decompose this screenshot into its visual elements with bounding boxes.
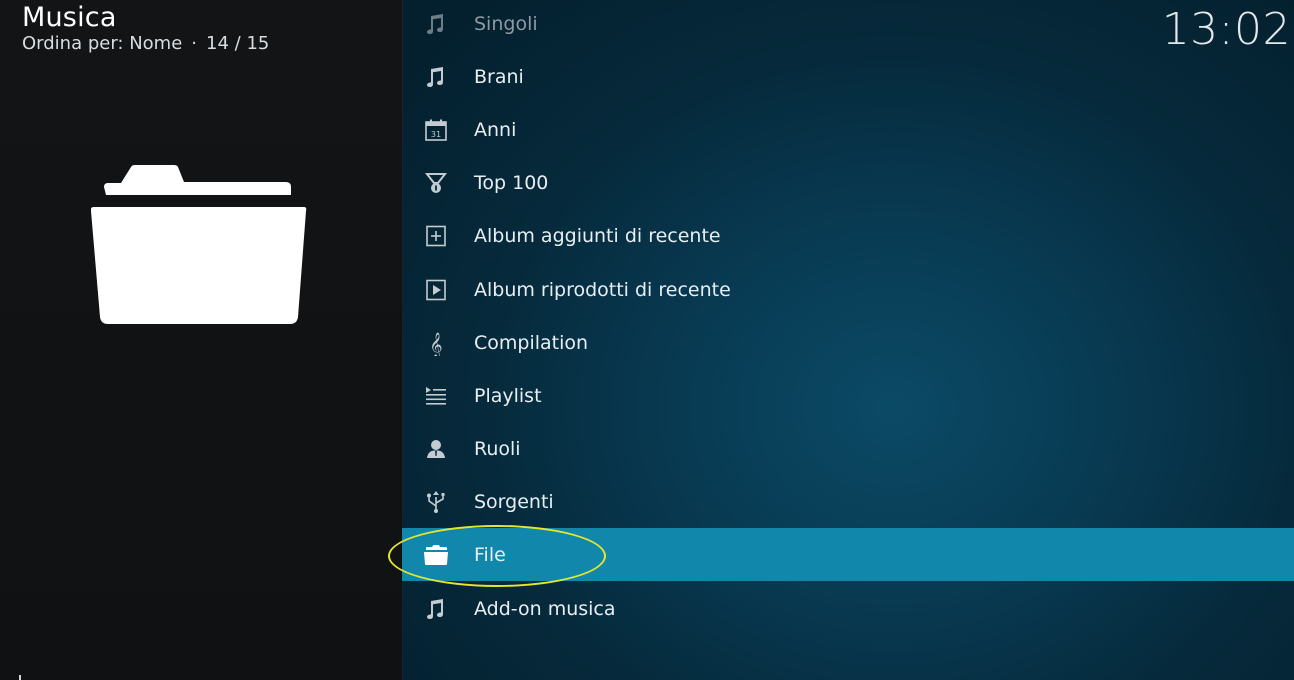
- medal-icon: [423, 170, 449, 196]
- menu-item-playlist[interactable]: Playlist: [402, 369, 1294, 422]
- corner-mark: [19, 675, 21, 680]
- item-position: 14 / 15: [206, 33, 270, 54]
- music-note-icon: [423, 11, 449, 37]
- menu-item-sorgenti[interactable]: Sorgenti: [402, 475, 1294, 528]
- menu-item-anni[interactable]: 31 Anni: [402, 103, 1294, 156]
- menu-item-label: File: [474, 543, 506, 566]
- menu-item-album-riprodotti[interactable]: Album riprodotti di recente: [402, 263, 1294, 316]
- playlist-icon: [423, 383, 449, 409]
- menu-item-label: Anni: [474, 118, 517, 141]
- menu-item-compilation[interactable]: 𝄞 Compilation: [402, 316, 1294, 369]
- person-icon: [423, 436, 449, 462]
- svg-text:𝄞: 𝄞: [429, 332, 442, 356]
- menu-item-label: Top 100: [474, 171, 549, 194]
- menu-item-label: Album riprodotti di recente: [474, 278, 731, 301]
- menu-item-label: Ruoli: [474, 437, 521, 460]
- folder-icon: [88, 165, 310, 329]
- menu-item-singoli[interactable]: Singoli: [402, 0, 1294, 50]
- play-box-icon: [423, 277, 449, 303]
- sort-info[interactable]: Ordina per: Nome · 14 / 15: [22, 33, 269, 54]
- treble-clef-icon: 𝄞: [423, 330, 449, 356]
- sort-label: Ordina per: Nome: [22, 33, 183, 54]
- music-note-icon: [423, 64, 449, 90]
- menu-item-label: Playlist: [474, 384, 542, 407]
- usb-icon: [423, 489, 449, 515]
- menu-item-add-on-musica[interactable]: Add-on musica: [402, 582, 1294, 635]
- svg-text:31: 31: [431, 130, 441, 139]
- menu-item-file[interactable]: File: [402, 528, 1294, 581]
- menu-item-ruoli[interactable]: Ruoli: [402, 422, 1294, 475]
- plus-box-icon: [423, 223, 449, 249]
- menu-item-label: Singoli: [474, 12, 538, 35]
- menu-item-label: Album aggiunti di recente: [474, 224, 721, 247]
- menu-item-brani[interactable]: Brani: [402, 50, 1294, 103]
- left-pane: [0, 0, 402, 680]
- music-note-icon: [423, 596, 449, 622]
- calendar-icon: 31: [423, 117, 449, 143]
- menu-item-label: Compilation: [474, 331, 589, 354]
- page-title: Musica: [22, 2, 117, 33]
- menu-item-label: Brani: [474, 65, 524, 88]
- menu-item-top-100[interactable]: Top 100: [402, 156, 1294, 209]
- menu-item-label: Add-on musica: [474, 597, 616, 620]
- separator: ·: [191, 33, 198, 54]
- folder-icon: [423, 542, 449, 568]
- menu-item-label: Sorgenti: [474, 490, 554, 513]
- menu-item-album-aggiunti[interactable]: Album aggiunti di recente: [402, 209, 1294, 262]
